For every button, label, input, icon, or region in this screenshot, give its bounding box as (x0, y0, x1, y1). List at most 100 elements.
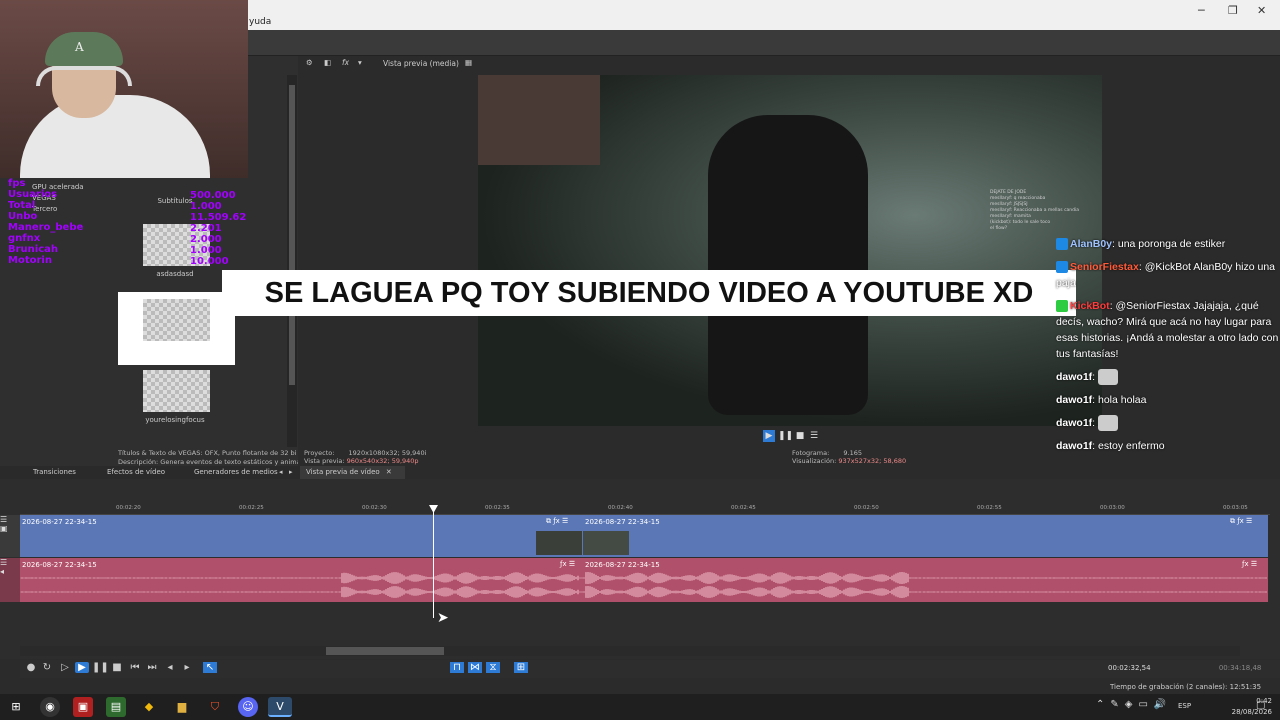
chat-username: KickBot (1070, 300, 1110, 312)
ripple-icon[interactable]: ⋈ (468, 662, 482, 673)
tab-next-arrow[interactable]: ▸ (289, 468, 293, 476)
tab-transitions[interactable]: Transiciones (33, 468, 76, 476)
go-start-icon[interactable]: ⏮ (128, 662, 142, 673)
clip-thumbnail (583, 531, 629, 555)
chat-overlay: AlanB0y: una poronga de estiker SeniorFie… (1056, 236, 1280, 466)
play-button[interactable]: ▶ (75, 662, 89, 673)
clock-time: 0:42 (1256, 697, 1272, 705)
timeline-ruler[interactable]: 00:02:20 00:02:25 00:02:30 00:02:35 00:02:40… (20, 503, 1270, 515)
app-icon[interactable]: ▣ (73, 697, 93, 717)
folder-icon[interactable]: ▆ (172, 697, 192, 717)
binance-icon[interactable]: ◆ (139, 697, 159, 717)
windows-start-icon[interactable]: ⊞ (6, 697, 26, 717)
ruler-tick-label: 00:02:25 (239, 505, 264, 511)
restore-button[interactable]: ❐ (1228, 4, 1238, 17)
obs-icon[interactable]: ◉ (40, 697, 60, 717)
clip-fx-icon[interactable]: ⧉ ƒx ☰ (1230, 517, 1252, 526)
preview-transport: ▶ ❚❚ ■ ☰ (760, 429, 820, 443)
end-time: 00:34:18,48 (1218, 664, 1262, 672)
brave-icon[interactable]: ⛉ (205, 697, 225, 717)
tab-video-effects[interactable]: Efectos de vídeo (107, 468, 165, 476)
fx-icon[interactable]: fx (342, 58, 349, 67)
headphones-icon (36, 66, 132, 86)
video-track[interactable]: 2026-08-27 22-34-15 ⧉ ƒx ☰ 2026-08-27 22… (20, 515, 1268, 557)
audio-track[interactable]: 2026-08-27 22-34-15 ƒx ☰ 2026-08-27 22-3… (20, 558, 1268, 602)
audio-clip-label: 2026-08-27 22-34-15 (22, 561, 97, 569)
video-track-header[interactable]: ☰ ▣ (0, 515, 20, 557)
vegas-icon[interactable]: V (268, 697, 292, 717)
chat-username: SeniorFiestax (1070, 261, 1139, 273)
audio-clip-label: 2026-08-27 22-34-15 (585, 561, 660, 569)
close-button[interactable]: ✕ (1257, 4, 1266, 17)
next-frame-icon[interactable]: ▸ (180, 662, 194, 673)
go-end-icon[interactable]: ⏭ (145, 662, 159, 673)
loop-icon[interactable]: ↻ (40, 662, 54, 673)
display-label: Visualización: (792, 457, 837, 465)
stats-value: 500.000 (190, 190, 236, 201)
settings-icon[interactable]: ⚙ (306, 58, 313, 67)
stats-value: 1.000 (190, 201, 222, 212)
menu-help[interactable]: yuda (249, 17, 271, 27)
stop-icon[interactable]: ■ (110, 662, 124, 673)
tab-media-generators[interactable]: Generadores de medios (194, 468, 278, 476)
stop-icon[interactable]: ■ (794, 430, 806, 442)
close-icon[interactable]: ✕ (386, 468, 392, 476)
play-icon[interactable]: ▶ (763, 430, 775, 442)
split-icon[interactable]: ◧ (324, 58, 331, 67)
scrollbar-thumb[interactable] (289, 85, 295, 385)
stats-line: gnfnx (8, 233, 41, 244)
timeline-transport: ● ↻ ▷ ▶ ❚❚ ■ ⏮ ⏭ ◂ ▸ ↖ ⊓ ⋈ ⧖ ⊞ (20, 660, 1280, 678)
ruler-tick-label: 00:02:20 (116, 505, 141, 511)
autocrossfade-icon[interactable]: ⧖ (486, 662, 500, 673)
chat-message: dawo1f: (1056, 369, 1280, 386)
lock-envelopes-icon[interactable]: ⊞ (514, 662, 528, 673)
record-time: Tiempo de grabación (2 canales): 12:51:3… (1110, 683, 1262, 691)
prev-frame-icon[interactable]: ◂ (163, 662, 177, 673)
discord-icon[interactable]: ☺ (238, 697, 258, 717)
pause-icon[interactable]: ❚❚ (92, 662, 109, 673)
tab-prev-arrow[interactable]: ◂ (279, 468, 283, 476)
timeline-scrollbar[interactable] (20, 646, 1240, 656)
menu-icon[interactable]: ☰ (808, 430, 820, 442)
audio-track-header[interactable]: ☰ ◂ (0, 558, 20, 602)
ruler-tick-label: 00:02:35 (485, 505, 510, 511)
scrollbar-thumb[interactable] (326, 647, 444, 655)
record-icon[interactable]: ● (24, 662, 38, 673)
notification-icon[interactable]: ▢ (1256, 700, 1265, 711)
media-thumbnail (143, 299, 210, 341)
ruler-tick-label: 00:02:30 (362, 505, 387, 511)
preview-mode-icon[interactable]: ▾ (358, 58, 362, 67)
nested-webcam (478, 75, 600, 165)
chat-badge-icon (1056, 238, 1068, 251)
cursor-time: 00:02:32,54 (1108, 664, 1151, 672)
system-tray-icons[interactable]: ⌃✎◈▭🔊 (1096, 699, 1172, 710)
stats-value: 2.201 (190, 223, 222, 234)
minimize-button[interactable]: ─ (1198, 4, 1205, 17)
chat-text: : hola holaa (1092, 394, 1147, 407)
chat-message: SeniorFiestax: @KickBot AlanB0y hizo una… (1056, 259, 1280, 291)
tab-video-preview[interactable]: Vista previa de vídeo ✕ (300, 466, 405, 479)
video-clip-label: 2026-08-27 22-34-15 (22, 518, 97, 526)
clip-fx-icon[interactable]: ⧉ ƒx ☰ (546, 517, 568, 526)
media-thumbnail[interactable] (143, 370, 210, 412)
preview-mode-dropdown[interactable]: Vista previa (media) (383, 59, 459, 68)
stream-banner: SE LAGUEA PQ TOY SUBIENDO VIDEO A YOUTUB… (222, 270, 1076, 316)
media-description: Títulos & Texto de VEGAS: OFX, Punto flo… (118, 449, 298, 467)
clock[interactable]: 0:42 28/08/2026 (1232, 696, 1272, 718)
edit-tool-icon[interactable]: ↖ (203, 662, 217, 673)
media-panel-scrollbar[interactable] (287, 75, 297, 447)
language-indicator[interactable]: ESP (1178, 702, 1191, 710)
nested-chat-line: el flow? (990, 226, 1008, 231)
clip-fx-icon[interactable]: ƒx ☰ (560, 560, 575, 568)
pause-icon[interactable]: ❚❚ (778, 430, 793, 442)
clip-fx-icon[interactable]: ƒx ☰ (1242, 560, 1257, 568)
preview-toolbar: ⚙ ◧ fx ▾ Vista previa (media) ▦ (300, 58, 560, 72)
cursor-time-readout: 00:02:32,54 00:34:18,48 (1108, 664, 1261, 672)
media-item-selected[interactable] (118, 292, 235, 365)
grid-icon[interactable]: ▦ (465, 58, 472, 67)
snapping-icon[interactable]: ⊓ (450, 662, 464, 673)
app-icon[interactable]: ▤ (106, 697, 126, 717)
playhead[interactable] (433, 506, 434, 618)
preview-label: Vista previa: (304, 457, 345, 465)
play-from-start-icon[interactable]: ▷ (58, 662, 72, 673)
